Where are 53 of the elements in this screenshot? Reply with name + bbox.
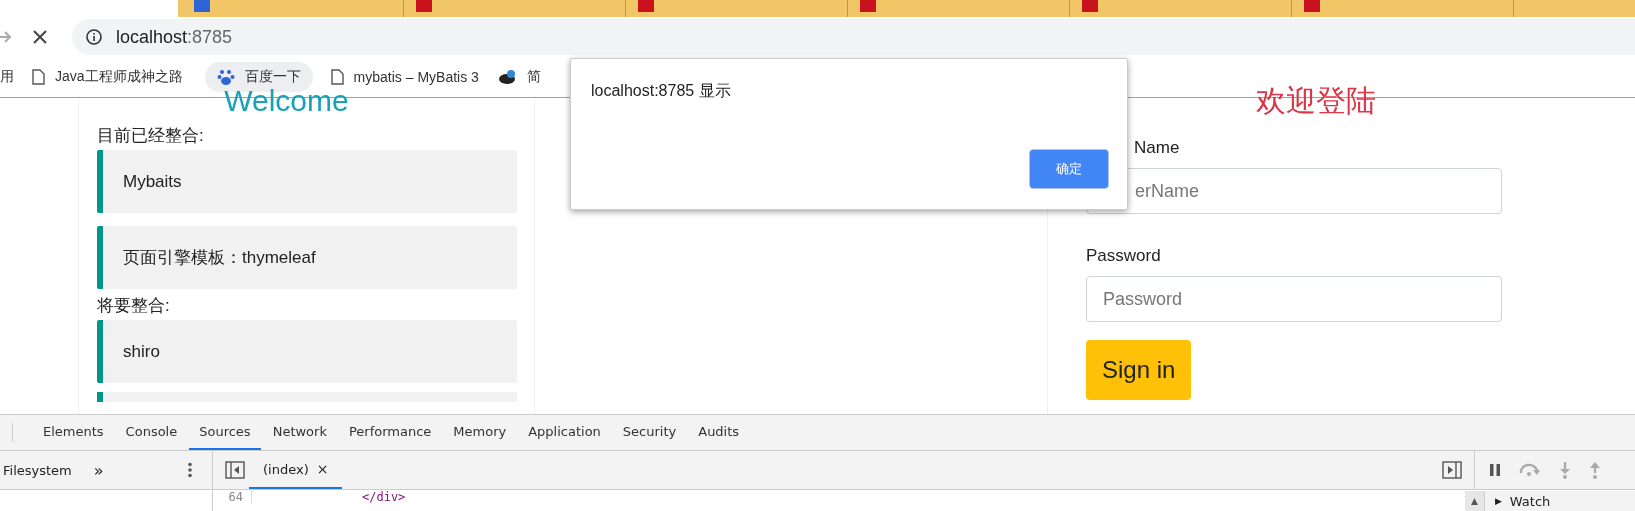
paw-icon xyxy=(216,68,235,86)
code-line: </div> xyxy=(361,490,406,504)
bookmark[interactable]: mybatis – MyBatis 3 xyxy=(330,69,479,85)
field-label: Password xyxy=(1086,246,1161,266)
feature-block: 页面引擎模板：thymeleaf xyxy=(97,226,517,289)
favicon-icon xyxy=(416,0,432,12)
ok-button[interactable]: 确定 xyxy=(1029,149,1109,189)
more-tabs[interactable]: » xyxy=(93,460,104,480)
favicon-icon xyxy=(638,0,654,12)
sign-in-button[interactable]: Sign in xyxy=(1086,340,1192,400)
input-field[interactable]: Password xyxy=(1086,276,1502,322)
info-icon xyxy=(86,29,102,45)
page-icon xyxy=(330,69,344,85)
step-over-icon[interactable] xyxy=(1519,463,1541,477)
pause-icon[interactable] xyxy=(1489,463,1501,477)
line-number: 64 xyxy=(213,490,252,504)
favicon-icon xyxy=(1082,0,1098,12)
section-label: 目前已经整合: xyxy=(97,126,205,146)
close-icon[interactable] xyxy=(32,29,48,45)
dialog-message: localhost:8785 显示 xyxy=(591,81,731,101)
bird-icon xyxy=(496,69,517,85)
devtools-tab[interactable]: Network xyxy=(262,415,337,450)
feature-block: shiro xyxy=(97,320,517,383)
close-icon[interactable]: × xyxy=(316,461,329,477)
feature-block: Mybaits xyxy=(97,150,517,213)
devtools-tab[interactable]: Sources xyxy=(189,415,261,450)
devtools-tab[interactable]: Application xyxy=(518,415,611,450)
page-icon xyxy=(32,69,45,85)
menu-icon[interactable] xyxy=(188,462,192,478)
step-into-icon[interactable] xyxy=(1559,461,1571,479)
collapse-toggle[interactable]: ▲ xyxy=(1465,491,1484,511)
sidebar-toggle-icon[interactable] xyxy=(1442,461,1462,479)
bookmark[interactable]: 简 xyxy=(496,68,541,86)
step-out-icon[interactable] xyxy=(1589,461,1601,479)
devtools-tab[interactable]: Memory xyxy=(443,415,517,450)
address-bar[interactable]: localhost:8785 xyxy=(72,19,1635,55)
bookmark[interactable]: Java工程师成神之路 xyxy=(32,68,183,86)
section-label: 将要整合: xyxy=(97,296,171,316)
field-label: Name xyxy=(1133,138,1180,158)
favicon-icon xyxy=(860,0,876,12)
forward-icon[interactable] xyxy=(0,29,12,45)
sidebar-toggle-icon[interactable] xyxy=(225,461,245,479)
watch-section[interactable]: ▶ Watch xyxy=(1483,491,1635,511)
devtools-tab[interactable]: Audits xyxy=(688,415,750,450)
bookmark[interactable]: 用 xyxy=(0,68,14,86)
devtools-tab[interactable]: Console xyxy=(115,415,188,450)
devtools-tab[interactable]: Elements xyxy=(33,415,114,450)
favicon-icon xyxy=(194,0,210,12)
devtools-tab[interactable]: Security xyxy=(612,415,687,450)
devtools-tab[interactable]: Performance xyxy=(338,415,442,450)
filesystem-tab[interactable]: Filesystem xyxy=(3,462,72,478)
login-heading: 欢迎登陆 xyxy=(1256,86,1376,116)
favicon-icon xyxy=(1304,0,1320,12)
